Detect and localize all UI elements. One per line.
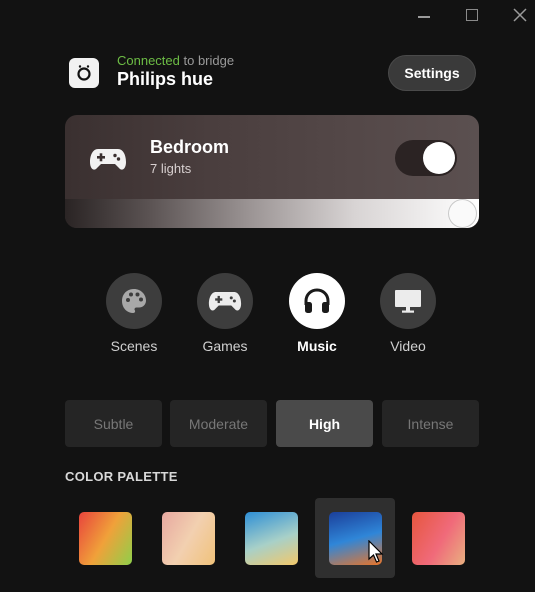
minimize-button[interactable] (417, 2, 431, 22)
intensity-high-button[interactable]: High (276, 400, 373, 447)
close-icon (513, 8, 527, 22)
palette-swatch-2[interactable] (148, 498, 228, 578)
brightness-slider-handle[interactable] (448, 199, 477, 228)
mode-games-circle (197, 273, 253, 329)
mode-games-label: Games (202, 338, 248, 354)
monitor-icon (395, 290, 421, 313)
intensity-moderate-button[interactable]: Moderate (170, 400, 267, 447)
palette-swatch-3[interactable] (231, 498, 311, 578)
bridge-name: Philips hue (117, 69, 214, 89)
minimize-icon (418, 16, 430, 18)
palette-swatch-4[interactable] (315, 498, 395, 578)
palette-icon (122, 289, 146, 313)
gamepad-icon (208, 292, 242, 311)
mode-music[interactable]: Music (282, 273, 352, 354)
mode-scenes-label: Scenes (110, 338, 158, 354)
mouse-cursor-icon (368, 540, 384, 563)
mode-video[interactable]: Video (373, 273, 443, 354)
connected-word: Connected (117, 53, 180, 68)
brightness-slider[interactable] (65, 199, 479, 228)
toggle-knob (423, 142, 455, 174)
maximize-button[interactable] (465, 2, 479, 22)
room-power-toggle[interactable] (395, 140, 457, 176)
swatch-gradient (161, 511, 215, 565)
mode-games[interactable]: Games (190, 273, 260, 354)
intensity-intense-button[interactable]: Intense (382, 400, 479, 447)
window-controls (417, 2, 527, 22)
mode-scenes-circle (106, 273, 162, 329)
swatch-gradient (244, 511, 298, 565)
room-light-count: 7 lights (150, 161, 192, 176)
palette-swatch-5[interactable] (398, 498, 478, 578)
palette-swatch-1[interactable] (65, 498, 145, 578)
mode-music-label: Music (297, 338, 337, 354)
connected-suffix: to bridge (179, 53, 235, 68)
color-palette-heading: COLOR PALETTE (65, 469, 178, 484)
intensity-subtle-button[interactable]: Subtle (65, 400, 162, 447)
mode-video-circle (380, 273, 436, 329)
gamepad-icon (90, 149, 126, 170)
swatch-gradient (78, 511, 132, 565)
settings-button[interactable]: Settings (388, 55, 476, 91)
room-name: Bedroom (150, 137, 230, 157)
mode-music-circle (289, 273, 345, 329)
headphones-icon (304, 288, 330, 313)
swatch-gradient (411, 511, 465, 565)
mode-scenes[interactable]: Scenes (99, 273, 169, 354)
connection-status: Connected to bridge (117, 53, 234, 68)
bridge-icon (69, 58, 99, 88)
close-button[interactable] (513, 2, 527, 22)
room-card: Bedroom 7 lights (65, 115, 479, 228)
mode-video-label: Video (390, 338, 426, 354)
maximize-icon (466, 9, 478, 21)
